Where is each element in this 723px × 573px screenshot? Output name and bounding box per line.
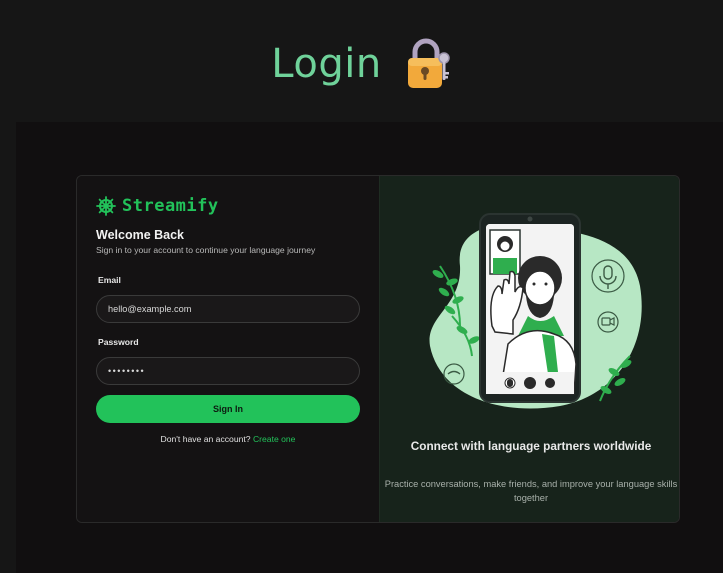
ship-wheel-icon: [96, 196, 116, 216]
email-label: Email: [98, 275, 121, 285]
promo-description: Practice conversations, make friends, an…: [384, 479, 678, 503]
brand-name: Streamify: [122, 196, 219, 216]
signup-row: Don't have an account? Create one: [96, 434, 360, 444]
page-title: Login: [271, 41, 382, 87]
video-call-illustration: [429, 213, 642, 409]
page-heading: Login: [0, 38, 723, 90]
password-label: Password: [98, 337, 139, 347]
welcome-subtitle: Sign in to your account to continue your…: [96, 245, 316, 255]
login-form-panel: Streamify Welcome Back Sign in to your a…: [77, 176, 379, 522]
promo-title: Connect with language partners worldwide: [410, 439, 652, 453]
sign-in-button[interactable]: Sign In: [96, 395, 360, 423]
signup-prompt: Don't have an account?: [160, 434, 251, 444]
brand: Streamify: [96, 194, 360, 218]
password-field[interactable]: ••••••••: [96, 357, 360, 385]
create-account-link[interactable]: Create one: [253, 434, 296, 444]
email-field[interactable]: hello@example.com: [96, 295, 360, 323]
lock-with-key-icon: [407, 38, 450, 88]
welcome-heading: Welcome Back: [96, 228, 185, 242]
login-card: Streamify Welcome Back Sign in to your a…: [76, 175, 680, 523]
promo-panel: Connect with language partners worldwide…: [379, 176, 679, 522]
